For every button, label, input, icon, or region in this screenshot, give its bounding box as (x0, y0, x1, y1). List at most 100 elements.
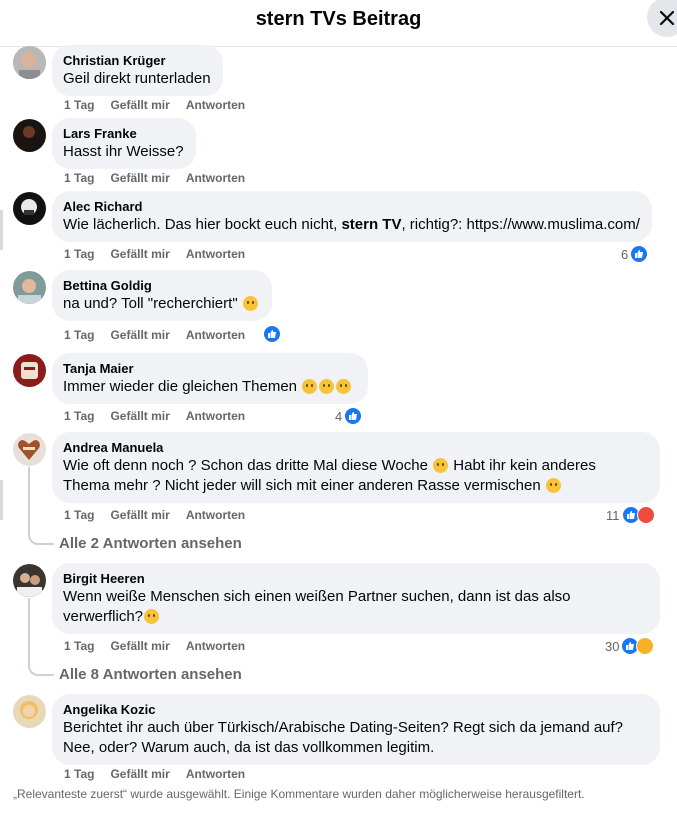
like-icon (263, 325, 281, 343)
avatar[interactable] (13, 46, 46, 79)
avatar[interactable] (13, 564, 46, 597)
comment-bubble: Angelika Kozic Berichtet ihr auch über T… (52, 694, 660, 765)
comment-text: Wenn weiße Menschen sich einen weißen Pa… (63, 587, 649, 627)
comment-text-part: Wie lächerlich. Das hier bockt euch nich… (63, 216, 342, 233)
close-icon (659, 10, 675, 26)
reaction-summary[interactable]: 11 (606, 506, 655, 524)
reaction-count: 30 (605, 638, 620, 654)
timestamp[interactable]: 1 Tag (64, 639, 94, 653)
disappointed-emoji-icon (545, 478, 561, 493)
comment-bubble: Lars Franke Hasst ihr Weisse? (52, 118, 196, 169)
comment-text: na und? Toll "recherchiert" (63, 294, 261, 314)
reply-button[interactable]: Antworten (186, 639, 245, 653)
comment-text: Geil direkt runterladen (63, 70, 211, 87)
avatar[interactable] (13, 433, 46, 466)
comment-author[interactable]: Andrea Manuela (63, 440, 649, 456)
view-replies-link[interactable]: Alle 8 Antworten ansehen (59, 666, 242, 683)
comment-bubble: Tanja Maier Immer wieder die gleichen Th… (52, 353, 368, 404)
thinking-emoji-icon (144, 609, 160, 624)
comment-text: Immer wieder die gleichen Themen (63, 377, 357, 397)
comment-author[interactable]: Alec Richard (63, 199, 641, 215)
comment-author[interactable]: Tanja Maier (63, 361, 357, 377)
reaction-count: 11 (606, 507, 620, 523)
comment-author[interactable]: Christian Krüger (63, 53, 212, 69)
comment-text-part: Wie oft denn noch ? Schon das dritte Mal… (63, 457, 428, 474)
timestamp[interactable]: 1 Tag (64, 247, 94, 261)
like-button[interactable]: Gefällt mir (110, 767, 169, 781)
comment-text-part: Berichtet ihr auch über Türkisch/Arabisc… (63, 719, 624, 736)
comment-text-part: Immer wieder die gleichen Themen (63, 378, 298, 395)
like-icon (344, 407, 363, 425)
comment-bubble: Bettina Goldig na und? Toll "recherchier… (52, 270, 272, 321)
avatar[interactable] (13, 695, 46, 728)
comment-author[interactable]: Lars Franke (63, 126, 185, 142)
like-button[interactable]: Gefällt mir (110, 508, 169, 522)
comment-text-part: verwerflich? (63, 608, 144, 625)
comment-bubble: Christian Krüger Geil direkt runterladen (52, 45, 223, 96)
comment-bubble: Andrea Manuela Wie oft denn noch ? Schon… (52, 432, 660, 503)
comment-text: Hasst ihr Weisse? (63, 143, 184, 160)
reaction-count: 4 (335, 408, 343, 424)
mentioned-page[interactable]: stern TV (341, 216, 401, 233)
yawning-emoji-icon (319, 379, 335, 394)
reply-button[interactable]: Antworten (186, 508, 245, 522)
reply-thread-line (28, 598, 54, 676)
comment-text-part: Wenn weiße Menschen sich einen weißen Pa… (63, 588, 571, 605)
like-button[interactable]: Gefällt mir (110, 328, 169, 342)
timestamp[interactable]: 1 Tag (64, 409, 94, 423)
filter-notice: „Relevanteste zuerst“ wurde ausgewählt. … (13, 787, 585, 801)
reaction-summary[interactable]: 6 (621, 245, 649, 263)
comment-author[interactable]: Angelika Kozic (63, 702, 649, 718)
avatar[interactable] (13, 354, 46, 387)
view-replies-link[interactable]: Alle 2 Antworten ansehen (59, 535, 242, 552)
reply-button[interactable]: Antworten (186, 767, 245, 781)
reply-button[interactable]: Antworten (186, 98, 245, 112)
timestamp[interactable]: 1 Tag (64, 328, 94, 342)
comment-text-part: Nee, oder? Warum auch, da ist das vollko… (63, 739, 435, 756)
timestamp[interactable]: 1 Tag (64, 767, 94, 781)
comment-actions: 1 Tag Gefällt mir Antworten (64, 171, 261, 185)
laughing-emoji-icon (242, 296, 258, 311)
comment-text: Wie oft denn noch ? Schon das dritte Mal… (63, 456, 649, 496)
like-button[interactable]: Gefällt mir (110, 171, 169, 185)
comment-text-part: na und? Toll "recherchiert" (63, 295, 238, 312)
like-button[interactable]: Gefällt mir (110, 98, 169, 112)
comment-actions: 1 Tag Gefällt mir Antworten (64, 767, 261, 781)
like-button[interactable]: Gefällt mir (110, 247, 169, 261)
comment-bubble: Birgit Heeren Wenn weiße Menschen sich e… (52, 563, 660, 634)
reaction-summary[interactable] (263, 325, 281, 343)
avatar[interactable] (13, 192, 46, 225)
comment-author[interactable]: Bettina Goldig (63, 278, 261, 294)
comment-link[interactable]: , richtig?: https://www.muslima.com/ (401, 216, 639, 233)
reply-button[interactable]: Antworten (186, 328, 245, 342)
comment-text: Wie lächerlich. Das hier bockt euch nich… (63, 215, 641, 235)
comment-author[interactable]: Birgit Heeren (63, 571, 649, 587)
yawning-emoji-icon (336, 379, 352, 394)
like-button[interactable]: Gefällt mir (110, 409, 169, 423)
timestamp[interactable]: 1 Tag (64, 98, 94, 112)
close-button[interactable] (647, 0, 677, 37)
disappointed-emoji-icon (433, 458, 449, 473)
comment-text: Berichtet ihr auch über Türkisch/Arabisc… (63, 718, 649, 758)
reaction-summary[interactable]: 30 (605, 637, 655, 655)
reply-button[interactable]: Antworten (186, 171, 245, 185)
angry-icon (636, 506, 655, 524)
reaction-summary[interactable]: 4 (335, 407, 363, 425)
avatar[interactable] (13, 271, 46, 304)
like-button[interactable]: Gefällt mir (110, 639, 169, 653)
yawning-emoji-icon (302, 379, 318, 394)
haha-icon (636, 637, 655, 655)
dialog-header: stern TVs Beitrag (0, 0, 677, 47)
comment-bubble: Alec Richard Wie lächerlich. Das hier bo… (52, 191, 652, 242)
background-edge (0, 480, 3, 520)
reply-button[interactable]: Antworten (186, 409, 245, 423)
comment-actions: 1 Tag Gefällt mir Antworten (64, 639, 261, 653)
comment-actions: 1 Tag Gefällt mir Antworten (64, 409, 261, 423)
like-icon (630, 245, 649, 263)
avatar[interactable] (13, 119, 46, 152)
comment-actions: 1 Tag Gefällt mir Antworten (64, 328, 261, 342)
reply-button[interactable]: Antworten (186, 247, 245, 261)
timestamp[interactable]: 1 Tag (64, 171, 94, 185)
comment-actions: 1 Tag Gefällt mir Antworten (64, 508, 261, 522)
timestamp[interactable]: 1 Tag (64, 508, 94, 522)
